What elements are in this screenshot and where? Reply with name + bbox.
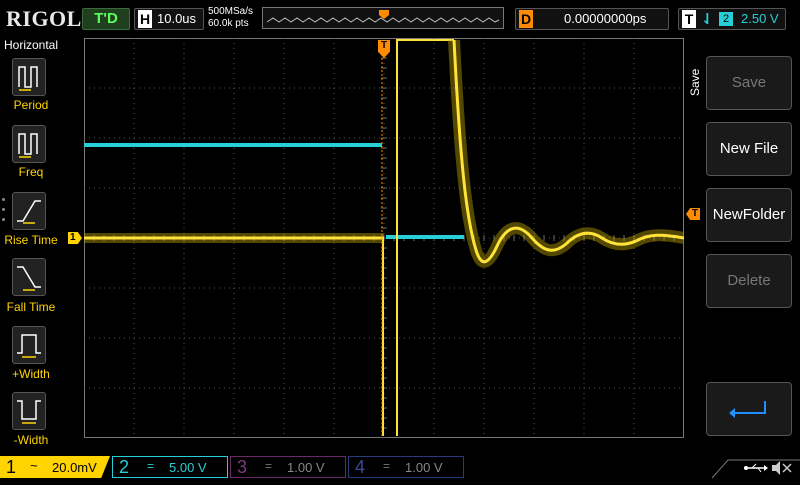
save-button[interactable]: Save bbox=[706, 56, 792, 110]
rigol-logo: RIGOL bbox=[6, 6, 82, 31]
trigger-level-value: 2.50 V bbox=[741, 11, 779, 26]
horizontal-timebase-box[interactable]: H 10.0us bbox=[134, 8, 204, 30]
frequency-icon bbox=[18, 133, 38, 158]
ch2-coupling-icon: = bbox=[147, 459, 155, 473]
new-file-button[interactable]: New File bbox=[706, 122, 792, 176]
ch3-coupling-icon: = bbox=[265, 459, 273, 473]
trigger-key: T bbox=[682, 10, 696, 28]
trigger-source-badge: 2 bbox=[719, 12, 733, 26]
top-status-bar: RIGOL T'D H 10.0us 500MSa/s 60.0k pts D … bbox=[0, 0, 800, 36]
ch1-coupling-icon: ~ bbox=[30, 458, 38, 473]
left-menu-title: Horizontal bbox=[3, 38, 59, 52]
ch2-scale: 5.00 V bbox=[169, 460, 207, 475]
ch1-ringing-trace bbox=[452, 39, 684, 264]
system-tray bbox=[706, 454, 800, 480]
trigger-settings-box[interactable]: T ⇃ 2 2.50 V bbox=[678, 8, 786, 30]
rise-time-icon bbox=[17, 200, 41, 224]
positive-width-icon bbox=[17, 334, 41, 358]
save-button-label: Save bbox=[731, 74, 767, 91]
ch1-number: 1 bbox=[6, 457, 17, 477]
delete-button[interactable]: Delete bbox=[706, 254, 792, 308]
negative-width-button[interactable] bbox=[12, 392, 46, 430]
fall-time-label: Fall Time bbox=[6, 300, 56, 314]
frequency-label: Freq bbox=[18, 165, 44, 179]
right-menu-title: Save bbox=[688, 68, 702, 96]
ch3-scale: 1.00 V bbox=[287, 460, 325, 475]
period-button[interactable] bbox=[12, 58, 46, 96]
sample-rate: 500MSa/s bbox=[208, 6, 254, 17]
return-button[interactable] bbox=[706, 382, 792, 436]
timebase-value: 10.0us bbox=[157, 11, 197, 26]
ch1-offset-marker[interactable]: 1 bbox=[68, 232, 82, 244]
fall-time-button[interactable] bbox=[12, 258, 46, 296]
trigger-delay-box[interactable]: D 0.00000000ps bbox=[515, 8, 669, 30]
memory-overview-bar[interactable] bbox=[262, 7, 504, 29]
new-folder-button[interactable]: NewFolder bbox=[706, 188, 792, 242]
ch3-number: 3 bbox=[237, 457, 248, 477]
ch4-number: 4 bbox=[355, 457, 366, 477]
ch4-coupling-icon: = bbox=[383, 459, 391, 473]
fall-time-icon bbox=[17, 266, 41, 291]
trigger-level-marker[interactable]: T bbox=[686, 208, 700, 220]
memory-points: 60.0k pts bbox=[208, 18, 249, 29]
ch4-scale: 1.00 V bbox=[405, 460, 443, 475]
period-icon bbox=[18, 66, 38, 91]
ch2-status[interactable]: 2 = 5.00 V bbox=[112, 456, 228, 478]
positive-width-button[interactable] bbox=[12, 326, 46, 364]
acquisition-info: 500MSa/s 60.0k pts bbox=[208, 6, 253, 30]
new-file-button-label: New File bbox=[719, 140, 779, 157]
run-status-badge[interactable]: T'D bbox=[82, 8, 130, 30]
delay-key: D bbox=[519, 10, 533, 28]
negative-width-icon bbox=[17, 400, 41, 424]
negative-width-label: -Width bbox=[13, 433, 49, 447]
waveform-display[interactable] bbox=[84, 38, 684, 438]
period-label: Period bbox=[13, 98, 49, 112]
delay-value: 0.00000000ps bbox=[564, 11, 647, 26]
new-folder-button-label: NewFolder bbox=[712, 206, 786, 223]
falling-edge-icon: ⇃ bbox=[701, 11, 714, 28]
return-arrow-icon bbox=[729, 401, 766, 418]
ch2-number: 2 bbox=[119, 457, 130, 477]
positive-width-label: +Width bbox=[12, 367, 50, 381]
rise-time-label: Rise Time bbox=[4, 233, 58, 247]
horizontal-key: H bbox=[138, 10, 152, 28]
sound-muted-icon bbox=[772, 461, 792, 475]
usb-icon bbox=[744, 463, 768, 473]
memory-trigger-marker-icon bbox=[379, 10, 389, 19]
rise-time-button[interactable] bbox=[12, 192, 46, 230]
ch4-status[interactable]: 4 = 1.00 V bbox=[348, 456, 464, 478]
frequency-button[interactable] bbox=[12, 125, 46, 163]
page-dots bbox=[0, 196, 10, 226]
ch1-ringing-glow bbox=[448, 39, 684, 268]
ch1-status[interactable]: 1 ~ 20.0mV bbox=[0, 456, 110, 478]
memory-waveform-preview bbox=[266, 10, 500, 23]
delete-button-label: Delete bbox=[727, 272, 771, 289]
ch3-status[interactable]: 3 = 1.00 V bbox=[230, 456, 346, 478]
ch1-scale: 20.0mV bbox=[52, 460, 97, 475]
